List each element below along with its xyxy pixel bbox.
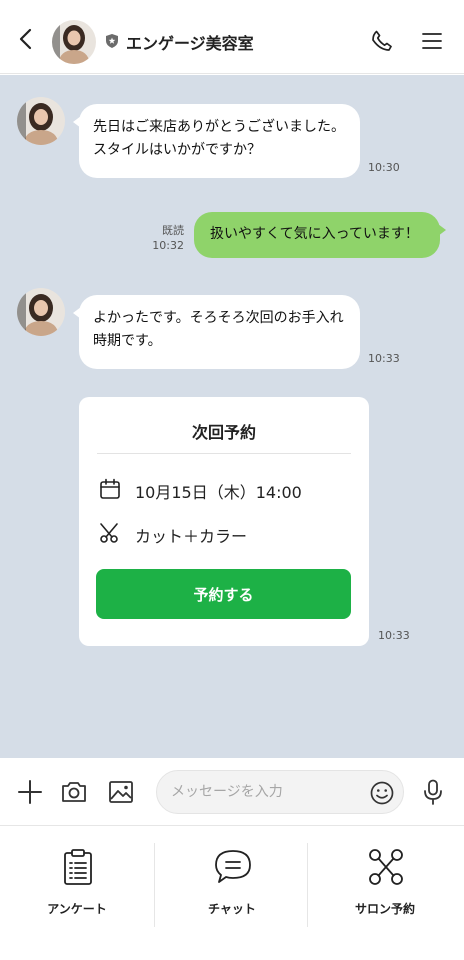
camera-icon[interactable] xyxy=(60,778,88,806)
message-input-bar xyxy=(0,758,464,826)
menu-survey-label: アンケート xyxy=(47,902,107,916)
chat-area[interactable]: 先日はご来店ありがとうございました。 スタイルはいかがですか？ 10:30 既読… xyxy=(0,75,464,758)
message-time: 10:33 xyxy=(378,629,410,642)
verified-shield-icon xyxy=(106,34,118,48)
menu-chat-label: チャット xyxy=(208,902,256,916)
message-bubble[interactable]: 先日はご来店ありがとうございました。 スタイルはいかがですか？ xyxy=(73,104,360,178)
salon-avatar[interactable] xyxy=(17,288,65,336)
message-bubble-mine[interactable]: 扱いやすくて気に入っています！ xyxy=(194,212,446,258)
menu-salon-reservation[interactable]: サロン予約 xyxy=(308,827,462,960)
message-input-wrapper xyxy=(156,770,404,814)
back-arrow-icon[interactable] xyxy=(14,27,38,51)
salon-avatar[interactable] xyxy=(17,97,65,145)
plus-icon[interactable] xyxy=(16,778,44,806)
chat-header: エンゲージ美容室 xyxy=(0,0,464,74)
scissors-icon xyxy=(100,523,118,543)
microphone-icon[interactable] xyxy=(419,778,447,806)
reserve-button[interactable]: 予約する xyxy=(96,569,351,619)
chat-bubble-icon xyxy=(215,850,251,883)
booking-menu: カット＋カラー xyxy=(135,527,248,546)
phone-icon[interactable] xyxy=(370,29,394,53)
bottom-menu: アンケート チャット サロン予約 xyxy=(0,827,464,960)
hamburger-menu-icon[interactable] xyxy=(420,29,444,53)
emoji-icon[interactable] xyxy=(369,780,395,806)
calendar-icon xyxy=(100,478,120,499)
menu-chat[interactable]: チャット xyxy=(155,827,309,960)
chat-title: エンゲージ美容室 xyxy=(126,34,254,53)
booking-title: 次回予約 xyxy=(191,423,256,442)
scissors-icon xyxy=(369,849,403,885)
message-bubble[interactable]: よかったです。そろそろ次回のお手入れ 時期です。 xyxy=(73,295,360,369)
clipboard-icon xyxy=(64,849,92,885)
message-time: 10:30 xyxy=(368,161,400,174)
message-time: 10:33 xyxy=(368,352,400,365)
menu-survey[interactable]: アンケート xyxy=(0,827,154,960)
salon-avatar[interactable] xyxy=(52,20,96,64)
menu-salon-reservation-label: サロン予約 xyxy=(354,902,415,916)
read-receipt: 既読 10:32 xyxy=(152,224,184,252)
message-input[interactable] xyxy=(171,771,361,813)
booking-date: 10月15日（木）14:00 xyxy=(135,483,302,502)
divider xyxy=(97,453,351,454)
booking-card: 次回予約 10月15日（木）14:00 カット＋カラー 予約する xyxy=(79,397,369,646)
image-icon[interactable] xyxy=(107,778,135,806)
